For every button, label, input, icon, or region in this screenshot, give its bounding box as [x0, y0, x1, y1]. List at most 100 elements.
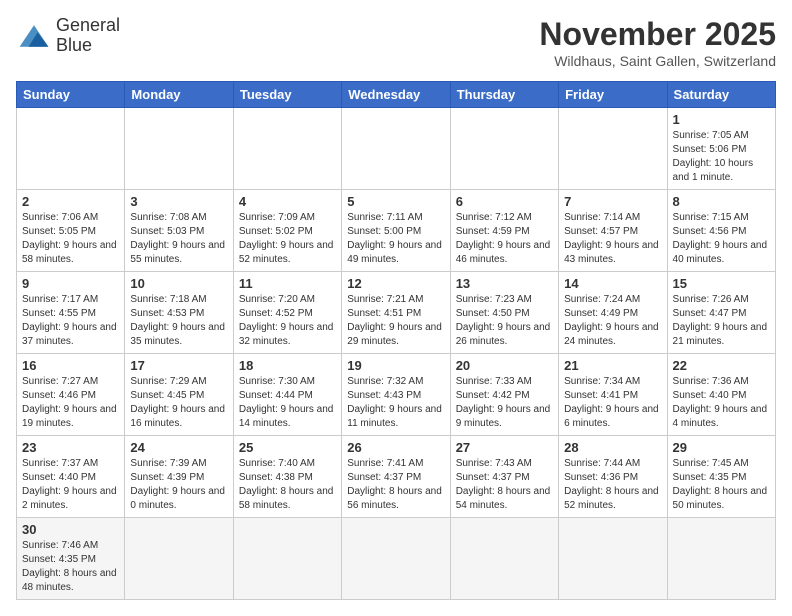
calendar-cell: 8 Sunrise: 7:15 AM Sunset: 4:56 PM Daylig…	[667, 190, 775, 272]
weekday-header-monday: Monday	[125, 82, 233, 108]
calendar-cell: 4Sunrise: 7:09 AM Sunset: 5:02 PM Daylig…	[233, 190, 341, 272]
calendar-cell	[559, 108, 667, 190]
day-info: Sunrise: 7:26 AM Sunset: 4:47 PM Dayligh…	[673, 293, 770, 349]
calendar-cell: 28 Sunrise: 7:44 AM Sunset: 4:36 PM Dayli…	[559, 436, 667, 518]
calendar-cell: 11 Sunrise: 7:20 AM Sunset: 4:52 PM Dayli…	[233, 272, 341, 354]
calendar-cell: 22 Sunrise: 7:36 AM Sunset: 4:40 PM Dayli…	[667, 354, 775, 436]
logo-text: General Blue	[56, 16, 120, 56]
calendar-cell: 6 Sunrise: 7:12 AM Sunset: 4:59 PM Daylig…	[450, 190, 558, 272]
calendar-cell	[559, 518, 667, 600]
calendar-cell	[233, 518, 341, 600]
calendar-cell: 1 Sunrise: 7:05 AM Sunset: 5:06 PM Daylig…	[667, 108, 775, 190]
day-info: Sunrise: 7:05 AM Sunset: 5:06 PM Dayligh…	[673, 129, 770, 185]
day-info: Sunrise: 7:12 AM Sunset: 4:59 PM Dayligh…	[456, 211, 553, 267]
calendar-cell: 13 Sunrise: 7:23 AM Sunset: 4:50 PM Dayli…	[450, 272, 558, 354]
calendar-cell: 29 Sunrise: 7:45 AM Sunset: 4:35 PM Dayli…	[667, 436, 775, 518]
day-number: 20	[456, 358, 553, 373]
calendar-cell: 23Sunrise: 7:37 AM Sunset: 4:40 PM Dayli…	[17, 436, 125, 518]
day-number: 21	[564, 358, 661, 373]
calendar-cell: 16 Sunrise: 7:27 AM Sunset: 4:46 PM Dayli…	[17, 354, 125, 436]
calendar-cell	[342, 518, 450, 600]
calendar-cell	[450, 518, 558, 600]
day-number: 8	[673, 194, 770, 209]
day-info: Sunrise: 7:23 AM Sunset: 4:50 PM Dayligh…	[456, 293, 553, 349]
week-row-2: 9Sunrise: 7:17 AM Sunset: 4:55 PM Daylig…	[17, 272, 776, 354]
day-info: Sunrise: 7:36 AM Sunset: 4:40 PM Dayligh…	[673, 375, 770, 431]
day-number: 22	[673, 358, 770, 373]
calendar-cell: 3Sunrise: 7:08 AM Sunset: 5:03 PM Daylig…	[125, 190, 233, 272]
day-number: 4	[239, 194, 336, 209]
weekday-header-sunday: Sunday	[17, 82, 125, 108]
day-info: Sunrise: 7:14 AM Sunset: 4:57 PM Dayligh…	[564, 211, 661, 267]
day-info: Sunrise: 7:39 AM Sunset: 4:39 PM Dayligh…	[130, 457, 227, 513]
calendar-cell: 15 Sunrise: 7:26 AM Sunset: 4:47 PM Dayli…	[667, 272, 775, 354]
calendar-cell: 2 Sunrise: 7:06 AM Sunset: 5:05 PM Daylig…	[17, 190, 125, 272]
day-number: 18	[239, 358, 336, 373]
calendar-cell: 26 Sunrise: 7:41 AM Sunset: 4:37 PM Dayli…	[342, 436, 450, 518]
day-info: Sunrise: 7:32 AM Sunset: 4:43 PM Dayligh…	[347, 375, 444, 431]
day-number: 11	[239, 276, 336, 291]
weekday-header-thursday: Thursday	[450, 82, 558, 108]
day-number: 15	[673, 276, 770, 291]
page-header: General Blue November 2025 Wildhaus, Sai…	[16, 16, 776, 69]
calendar-cell: 18 Sunrise: 7:30 AM Sunset: 4:44 PM Dayli…	[233, 354, 341, 436]
day-number: 1	[673, 112, 770, 127]
day-number: 14	[564, 276, 661, 291]
calendar-cell: 19 Sunrise: 7:32 AM Sunset: 4:43 PM Dayli…	[342, 354, 450, 436]
week-row-5: 30Sunrise: 7:46 AM Sunset: 4:35 PM Dayli…	[17, 518, 776, 600]
calendar-table: SundayMondayTuesdayWednesdayThursdayFrid…	[16, 81, 776, 600]
day-info: Sunrise: 7:30 AM Sunset: 4:44 PM Dayligh…	[239, 375, 336, 431]
week-row-1: 2 Sunrise: 7:06 AM Sunset: 5:05 PM Daylig…	[17, 190, 776, 272]
day-number: 28	[564, 440, 661, 455]
calendar-cell: 12 Sunrise: 7:21 AM Sunset: 4:51 PM Dayli…	[342, 272, 450, 354]
day-info: Sunrise: 7:41 AM Sunset: 4:37 PM Dayligh…	[347, 457, 444, 513]
day-number: 26	[347, 440, 444, 455]
day-info: Sunrise: 7:45 AM Sunset: 4:35 PM Dayligh…	[673, 457, 770, 513]
calendar-cell: 14Sunrise: 7:24 AM Sunset: 4:49 PM Dayli…	[559, 272, 667, 354]
day-number: 12	[347, 276, 444, 291]
calendar-cell	[342, 108, 450, 190]
day-info: Sunrise: 7:15 AM Sunset: 4:56 PM Dayligh…	[673, 211, 770, 267]
calendar-cell: 17Sunrise: 7:29 AM Sunset: 4:45 PM Dayli…	[125, 354, 233, 436]
week-row-4: 23Sunrise: 7:37 AM Sunset: 4:40 PM Dayli…	[17, 436, 776, 518]
calendar-cell	[125, 518, 233, 600]
calendar-cell	[667, 518, 775, 600]
day-number: 13	[456, 276, 553, 291]
weekday-header-wednesday: Wednesday	[342, 82, 450, 108]
weekday-header-friday: Friday	[559, 82, 667, 108]
day-number: 27	[456, 440, 553, 455]
day-number: 9	[22, 276, 119, 291]
calendar-cell	[17, 108, 125, 190]
calendar-cell	[125, 108, 233, 190]
day-number: 10	[130, 276, 227, 291]
day-info: Sunrise: 7:06 AM Sunset: 5:05 PM Dayligh…	[22, 211, 119, 267]
week-row-0: 1 Sunrise: 7:05 AM Sunset: 5:06 PM Daylig…	[17, 108, 776, 190]
day-number: 17	[130, 358, 227, 373]
day-number: 19	[347, 358, 444, 373]
day-number: 2	[22, 194, 119, 209]
day-info: Sunrise: 7:37 AM Sunset: 4:40 PM Dayligh…	[22, 457, 119, 513]
calendar-cell	[233, 108, 341, 190]
title-block: November 2025 Wildhaus, Saint Gallen, Sw…	[539, 16, 776, 69]
day-info: Sunrise: 7:40 AM Sunset: 4:38 PM Dayligh…	[239, 457, 336, 513]
day-info: Sunrise: 7:27 AM Sunset: 4:46 PM Dayligh…	[22, 375, 119, 431]
day-info: Sunrise: 7:44 AM Sunset: 4:36 PM Dayligh…	[564, 457, 661, 513]
week-row-3: 16 Sunrise: 7:27 AM Sunset: 4:46 PM Dayli…	[17, 354, 776, 436]
day-number: 5	[347, 194, 444, 209]
day-info: Sunrise: 7:43 AM Sunset: 4:37 PM Dayligh…	[456, 457, 553, 513]
calendar-cell: 25 Sunrise: 7:40 AM Sunset: 4:38 PM Dayli…	[233, 436, 341, 518]
calendar-cell: 30Sunrise: 7:46 AM Sunset: 4:35 PM Dayli…	[17, 518, 125, 600]
calendar-cell: 20Sunrise: 7:33 AM Sunset: 4:42 PM Dayli…	[450, 354, 558, 436]
day-info: Sunrise: 7:21 AM Sunset: 4:51 PM Dayligh…	[347, 293, 444, 349]
day-info: Sunrise: 7:20 AM Sunset: 4:52 PM Dayligh…	[239, 293, 336, 349]
weekday-header-row: SundayMondayTuesdayWednesdayThursdayFrid…	[17, 82, 776, 108]
day-number: 6	[456, 194, 553, 209]
day-number: 3	[130, 194, 227, 209]
day-number: 16	[22, 358, 119, 373]
calendar-cell: 5Sunrise: 7:11 AM Sunset: 5:00 PM Daylig…	[342, 190, 450, 272]
month-title: November 2025	[539, 16, 776, 53]
day-number: 25	[239, 440, 336, 455]
day-info: Sunrise: 7:34 AM Sunset: 4:41 PM Dayligh…	[564, 375, 661, 431]
day-number: 29	[673, 440, 770, 455]
day-number: 30	[22, 522, 119, 537]
